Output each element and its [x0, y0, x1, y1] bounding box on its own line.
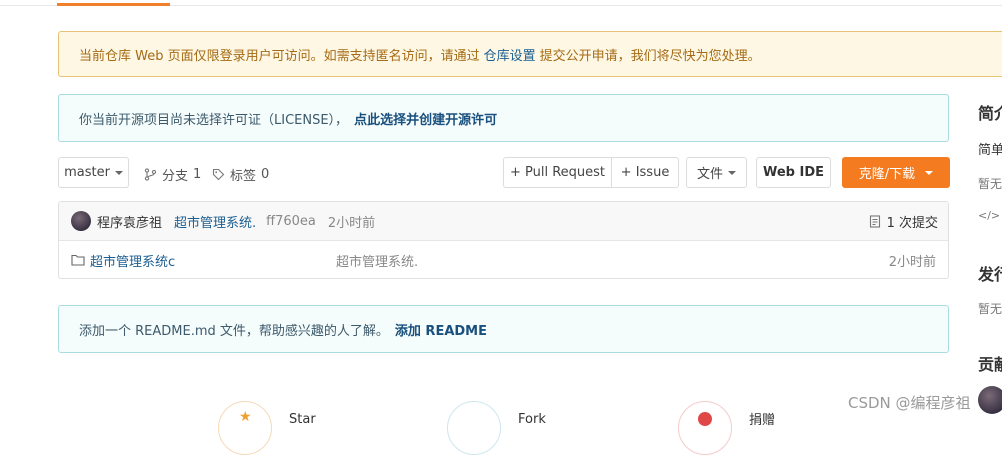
branches-link[interactable]: 分支 1 [144, 165, 201, 184]
sidebar-release-title: 发行 [978, 265, 1002, 284]
tags-link[interactable]: 标签 0 [212, 165, 269, 184]
folder-icon [71, 254, 85, 266]
commit-time: 2小时前 [327, 215, 376, 231]
chevron-down-icon [925, 170, 934, 175]
donate-icon [698, 412, 712, 426]
file-menu-label: 文件 [696, 167, 723, 182]
table-row: 超市管理系统c 超市管理系统. 2小时前 [59, 241, 948, 279]
access-notice-banner: 当前仓库 Web 页面仅限登录用户可访问。如需支持匿名访问，请通过 仓库设置 提… [58, 31, 1002, 77]
contributor-avatar[interactable] [978, 386, 1002, 414]
latest-commit-row: 程序袁彦祖 超市管理系统. ff760ea 2小时前 1 次提交 [59, 202, 948, 241]
donate-label: 捐赠 [749, 413, 776, 428]
document-icon [869, 214, 880, 228]
create-license-link[interactable]: 点此选择并创建开源许可 [354, 109, 497, 128]
web-ide-button[interactable]: Web IDE [756, 157, 831, 188]
repo-settings-link[interactable]: 仓库设置 [484, 45, 536, 64]
watermark: CSDN @编程彦祖 [848, 394, 971, 412]
active-tab-indicator [57, 3, 170, 6]
branch-icon [144, 168, 157, 181]
file-menu-button[interactable]: 文件 [686, 157, 747, 188]
branch-select[interactable]: master [58, 157, 129, 188]
code-icon: </> [978, 209, 1001, 222]
clone-label: 克隆/下载 [858, 167, 916, 182]
file-name[interactable]: 超市管理系统c [90, 251, 336, 270]
tag-icon [212, 168, 225, 181]
commits-count: 1 次提交 [886, 215, 938, 231]
chevron-down-icon [728, 170, 736, 175]
notice-text-before: 当前仓库 Web 页面仅限登录用户可访问。如需支持匿名访问，请通过 [79, 48, 480, 64]
file-time: 2小时前 [888, 254, 936, 270]
sidebar-release-empty: 暂无 [978, 302, 1002, 316]
fork-button[interactable] [447, 401, 501, 455]
commits-count-link[interactable]: 1 次提交 [869, 212, 938, 231]
new-pull-request-button[interactable]: + Pull Request [503, 157, 612, 188]
new-issue-button[interactable]: + Issue [612, 157, 679, 188]
star-icon: ★ [239, 409, 252, 425]
tags-label: 标签 [230, 169, 257, 184]
clone-download-button[interactable]: 克隆/下载 [842, 157, 950, 188]
pr-issue-group: + Pull Request + Issue [503, 157, 679, 188]
branches-label: 分支 [162, 169, 189, 184]
branch-name: master [64, 165, 110, 180]
readme-notice: 添加一个 README.md 文件，帮助感兴趣的人了解。 添加 README [58, 305, 949, 353]
readme-text: 添加一个 README.md 文件，帮助感兴趣的人了解。 [79, 323, 389, 339]
license-notice: 你当前开源项目尚未选择许可证（LICENSE）， 点此选择并创建开源许可 [58, 94, 949, 142]
commit-message[interactable]: 超市管理系统. [174, 212, 256, 231]
sidebar-intro-title: 简介 [978, 104, 1002, 123]
license-text: 你当前开源项目尚未选择许可证（LICENSE）， [79, 112, 349, 128]
branches-count: 1 [193, 167, 202, 182]
donate-button[interactable] [678, 401, 732, 455]
repo-file-table: 程序袁彦祖 超市管理系统. ff760ea 2小时前 1 次提交 超市管理系统c… [58, 201, 949, 279]
sidebar-contrib-title: 贡献 [978, 355, 1002, 374]
star-button[interactable]: ★ [218, 401, 272, 455]
sidebar-intro-text: 简单 [978, 143, 1002, 158]
tags-count: 0 [261, 167, 270, 182]
avatar[interactable] [71, 211, 91, 231]
sidebar-intro-empty: 暂无 [978, 177, 1002, 191]
commit-hash[interactable]: ff760ea [266, 214, 316, 229]
file-commit-message[interactable]: 超市管理系统. [336, 251, 418, 270]
add-readme-link[interactable]: 添加 README [395, 320, 487, 339]
chevron-down-icon [114, 170, 123, 175]
notice-text-after: 提交公开申请，我们将尽快为您处理。 [539, 48, 761, 64]
commit-author[interactable]: 程序袁彦祖 [97, 212, 162, 231]
